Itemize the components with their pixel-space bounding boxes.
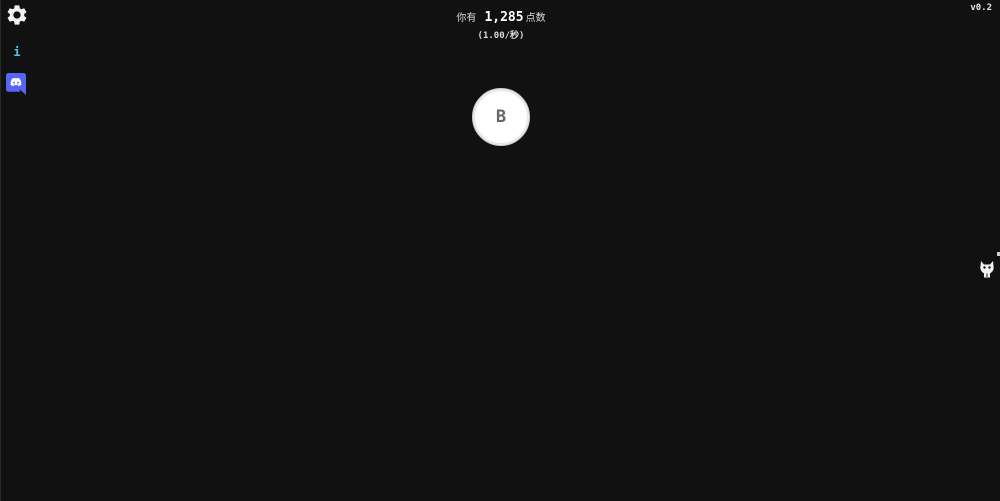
info-icon[interactable]: i (9, 43, 25, 59)
game-screen: i v0.2 你有 1,285 点数 (1.00/秒) B (0, 0, 1000, 501)
github-cat-icon[interactable] (978, 259, 996, 279)
svg-text:i: i (13, 45, 20, 59)
main-button-label: B (495, 107, 507, 127)
score-prefix: 你有 (456, 13, 477, 24)
main-click-button[interactable]: B (472, 88, 530, 146)
rate-display: (1.00/秒) (477, 31, 525, 41)
discord-icon[interactable] (6, 73, 26, 95)
score-suffix: 点数 (525, 13, 546, 24)
score-amount: 1,285 (484, 10, 524, 25)
score-display: 你有 1,285 点数 (1, 9, 1000, 25)
